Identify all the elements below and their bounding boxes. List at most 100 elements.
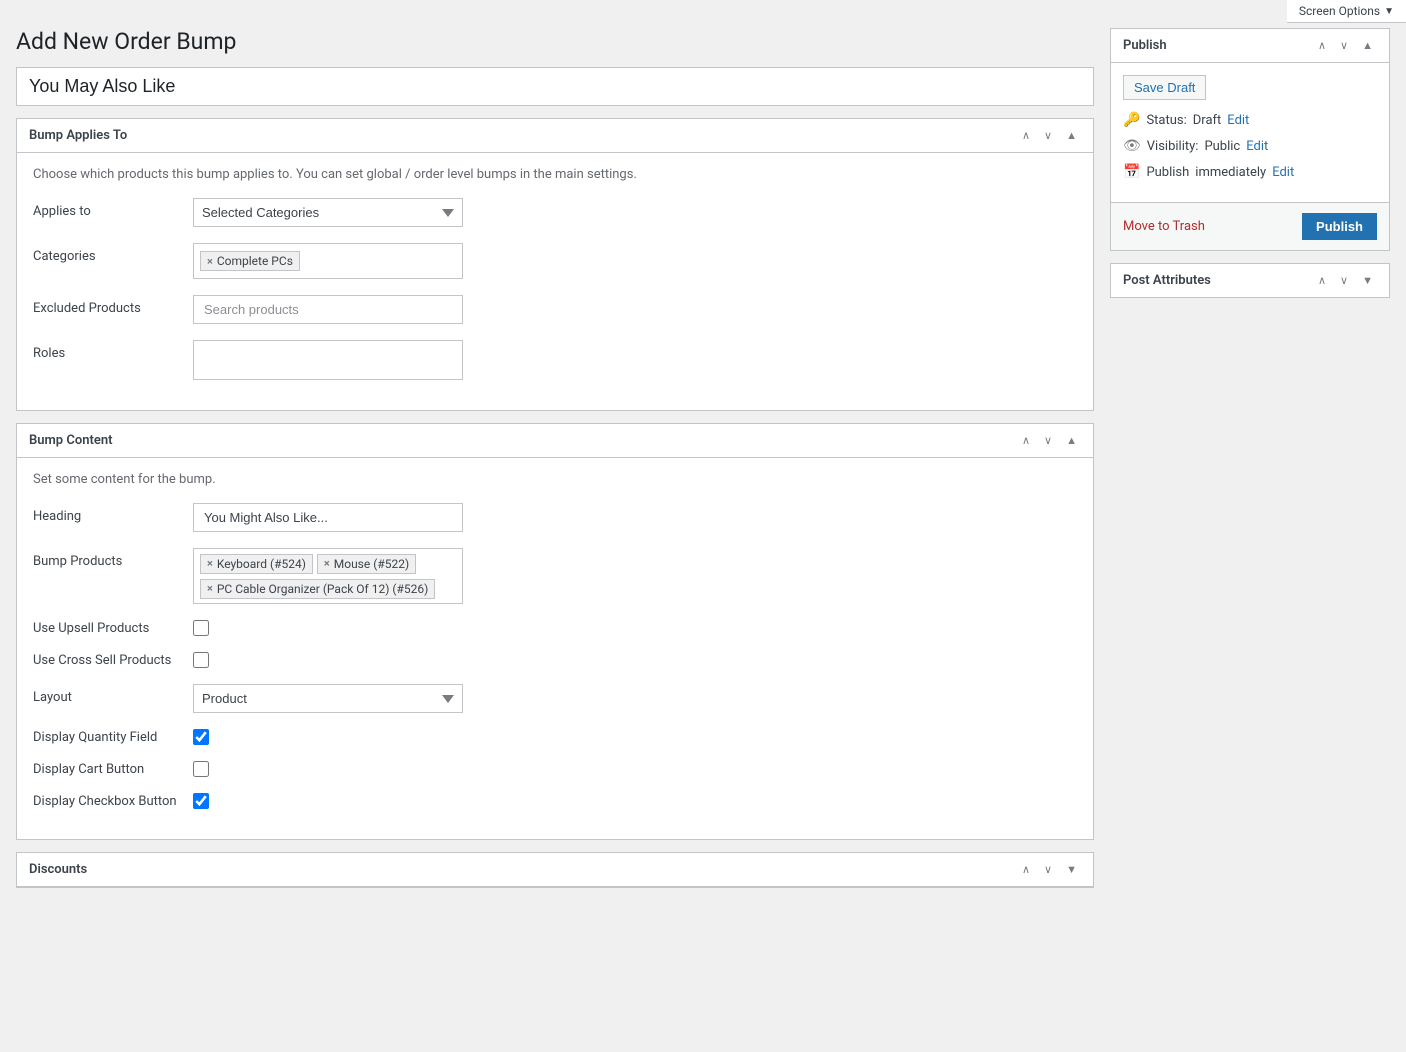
display-cart-checkbox[interactable] <box>193 761 209 777</box>
product-tag-cable: × PC Cable Organizer (Pack Of 12) (#526) <box>200 579 435 599</box>
discounts-collapse-up-button[interactable]: ∧ <box>1018 861 1034 878</box>
display-cart-row: Display Cart Button <box>33 761 1077 777</box>
metabox-header-content: Bump Content ∧ ∨ ▲ <box>17 424 1093 458</box>
save-draft-button[interactable]: Save Draft <box>1123 75 1206 100</box>
categories-row: Categories × Complete PCs <box>33 243 1077 279</box>
status-row: 🔑 Status: Draft Edit <box>1123 112 1377 128</box>
bump-content-title: Bump Content <box>29 433 112 448</box>
publish-controls: ∧ ∨ ▲ <box>1312 37 1377 54</box>
status-edit-link[interactable]: Edit <box>1227 113 1249 128</box>
bump-applies-to-body: Choose which products this bump applies … <box>17 153 1093 410</box>
publish-close-button[interactable]: ▲ <box>1358 38 1377 54</box>
category-tag-label: Complete PCs <box>217 254 293 268</box>
collapse-up-button[interactable]: ∧ <box>1018 127 1034 144</box>
publish-footer: Move to Trash Publish <box>1111 202 1389 250</box>
discounts-metabox: Discounts ∧ ∨ ▼ <box>16 852 1094 888</box>
display-checkbox-row: Display Checkbox Button <box>33 793 1077 809</box>
publish-time-edit-link[interactable]: Edit <box>1272 165 1294 180</box>
heading-row: Heading <box>33 503 1077 532</box>
display-quantity-row: Display Quantity Field <box>33 729 1077 745</box>
publish-collapse-down-button[interactable]: ∨ <box>1336 37 1352 54</box>
roles-label: Roles <box>33 340 193 361</box>
remove-keyboard-tag[interactable]: × <box>207 557 213 570</box>
excluded-products-control <box>193 295 1077 324</box>
heading-control <box>193 503 1077 532</box>
applies-to-label: Applies to <box>33 198 193 219</box>
remove-cable-tag[interactable]: × <box>207 582 213 595</box>
layout-row: Layout Product List Grid <box>33 684 1077 713</box>
bump-applies-to-description: Choose which products this bump applies … <box>33 167 1077 182</box>
roles-row: Roles <box>33 340 1077 380</box>
use-crosssell-checkbox[interactable] <box>193 652 209 668</box>
close-metabox-button[interactable]: ▲ <box>1062 128 1081 144</box>
sidebar: Publish ∧ ∨ ▲ Save Draft 🔑 Status: Draft… <box>1110 28 1390 900</box>
publish-button[interactable]: Publish <box>1302 213 1377 240</box>
cable-tag-label: PC Cable Organizer (Pack Of 12) (#526) <box>217 582 428 596</box>
page-title: Add New Order Bump <box>16 28 1094 55</box>
content-close-button[interactable]: ▲ <box>1062 433 1081 449</box>
screen-options-button[interactable]: Screen Options ▼ <box>1287 0 1406 23</box>
display-quantity-checkbox[interactable] <box>193 729 209 745</box>
categories-label: Categories <box>33 243 193 264</box>
publish-time-icon: 📅 <box>1123 164 1140 180</box>
category-tag-complete-pcs: × Complete PCs <box>200 251 300 271</box>
post-attr-up-button[interactable]: ∧ <box>1314 272 1330 289</box>
publish-body: Save Draft 🔑 Status: Draft Edit 👁 Visibi… <box>1111 63 1389 202</box>
product-tag-mouse: × Mouse (#522) <box>317 554 416 574</box>
post-attr-down-button[interactable]: ∨ <box>1336 272 1352 289</box>
use-upsell-checkbox[interactable] <box>193 620 209 636</box>
publish-time-row: 📅 Publish immediately Edit <box>1123 164 1377 180</box>
use-crosssell-label: Use Cross Sell Products <box>33 653 193 668</box>
visibility-edit-link[interactable]: Edit <box>1246 139 1268 154</box>
remove-category-tag[interactable]: × <box>207 255 213 268</box>
display-cart-label: Display Cart Button <box>33 762 193 777</box>
publish-time-label: Publish <box>1146 165 1189 180</box>
excluded-products-row: Excluded Products <box>33 295 1077 324</box>
bump-content-metabox: Bump Content ∧ ∨ ▲ Set some content for … <box>16 423 1094 840</box>
collapse-down-button[interactable]: ∨ <box>1040 127 1056 144</box>
applies-to-row: Applies to Selected Categories All Produ… <box>33 198 1077 227</box>
post-attributes-header: Post Attributes ∧ ∨ ▼ <box>1111 264 1389 297</box>
discounts-header: Discounts ∧ ∨ ▼ <box>17 853 1093 887</box>
applies-to-control: Selected Categories All Products Specifi… <box>193 198 1077 227</box>
content-collapse-up-button[interactable]: ∧ <box>1018 432 1034 449</box>
use-upsell-label: Use Upsell Products <box>33 621 193 636</box>
roles-tag-input[interactable] <box>193 340 463 380</box>
bump-content-description: Set some content for the bump. <box>33 472 1077 487</box>
discounts-close-button[interactable]: ▼ <box>1062 862 1081 878</box>
use-upsell-row: Use Upsell Products <box>33 620 1077 636</box>
bump-products-tag-input[interactable]: × Keyboard (#524) × Mouse (#522) × PC Ca… <box>193 548 463 604</box>
publish-header: Publish ∧ ∨ ▲ <box>1111 29 1389 63</box>
metabox-controls: ∧ ∨ ▲ <box>1016 127 1081 144</box>
post-title-input[interactable] <box>16 67 1094 106</box>
post-attributes-box: Post Attributes ∧ ∨ ▼ <box>1110 263 1390 298</box>
status-label: Status: <box>1146 113 1186 128</box>
display-checkbox-checkbox[interactable] <box>193 793 209 809</box>
status-value: Draft <box>1193 113 1222 128</box>
categories-tag-input[interactable]: × Complete PCs <box>193 243 463 279</box>
remove-mouse-tag[interactable]: × <box>324 557 330 570</box>
layout-label: Layout <box>33 684 193 705</box>
layout-select[interactable]: Product List Grid <box>193 684 463 713</box>
keyboard-tag-label: Keyboard (#524) <box>217 557 306 571</box>
bump-products-control: × Keyboard (#524) × Mouse (#522) × PC Ca… <box>193 548 1077 604</box>
discounts-collapse-down-button[interactable]: ∨ <box>1040 861 1056 878</box>
product-tag-keyboard: × Keyboard (#524) <box>200 554 313 574</box>
visibility-value: Public <box>1204 139 1240 154</box>
visibility-label: Visibility: <box>1147 139 1199 154</box>
discounts-controls: ∧ ∨ ▼ <box>1016 861 1081 878</box>
post-attr-close-button[interactable]: ▼ <box>1358 273 1377 289</box>
heading-input[interactable] <box>193 503 463 532</box>
screen-options-chevron: ▼ <box>1384 6 1394 17</box>
move-to-trash-link[interactable]: Move to Trash <box>1123 219 1205 234</box>
applies-to-select[interactable]: Selected Categories All Products Specifi… <box>193 198 463 227</box>
content-collapse-down-button[interactable]: ∨ <box>1040 432 1056 449</box>
bump-applies-to-title: Bump Applies To <box>29 128 127 143</box>
visibility-icon: 👁 <box>1123 138 1141 154</box>
excluded-products-search[interactable] <box>193 295 463 324</box>
post-attributes-title: Post Attributes <box>1123 273 1211 288</box>
bump-products-label: Bump Products <box>33 548 193 569</box>
display-quantity-label: Display Quantity Field <box>33 730 193 745</box>
publish-collapse-up-button[interactable]: ∧ <box>1314 37 1330 54</box>
visibility-row: 👁 Visibility: Public Edit <box>1123 138 1377 154</box>
